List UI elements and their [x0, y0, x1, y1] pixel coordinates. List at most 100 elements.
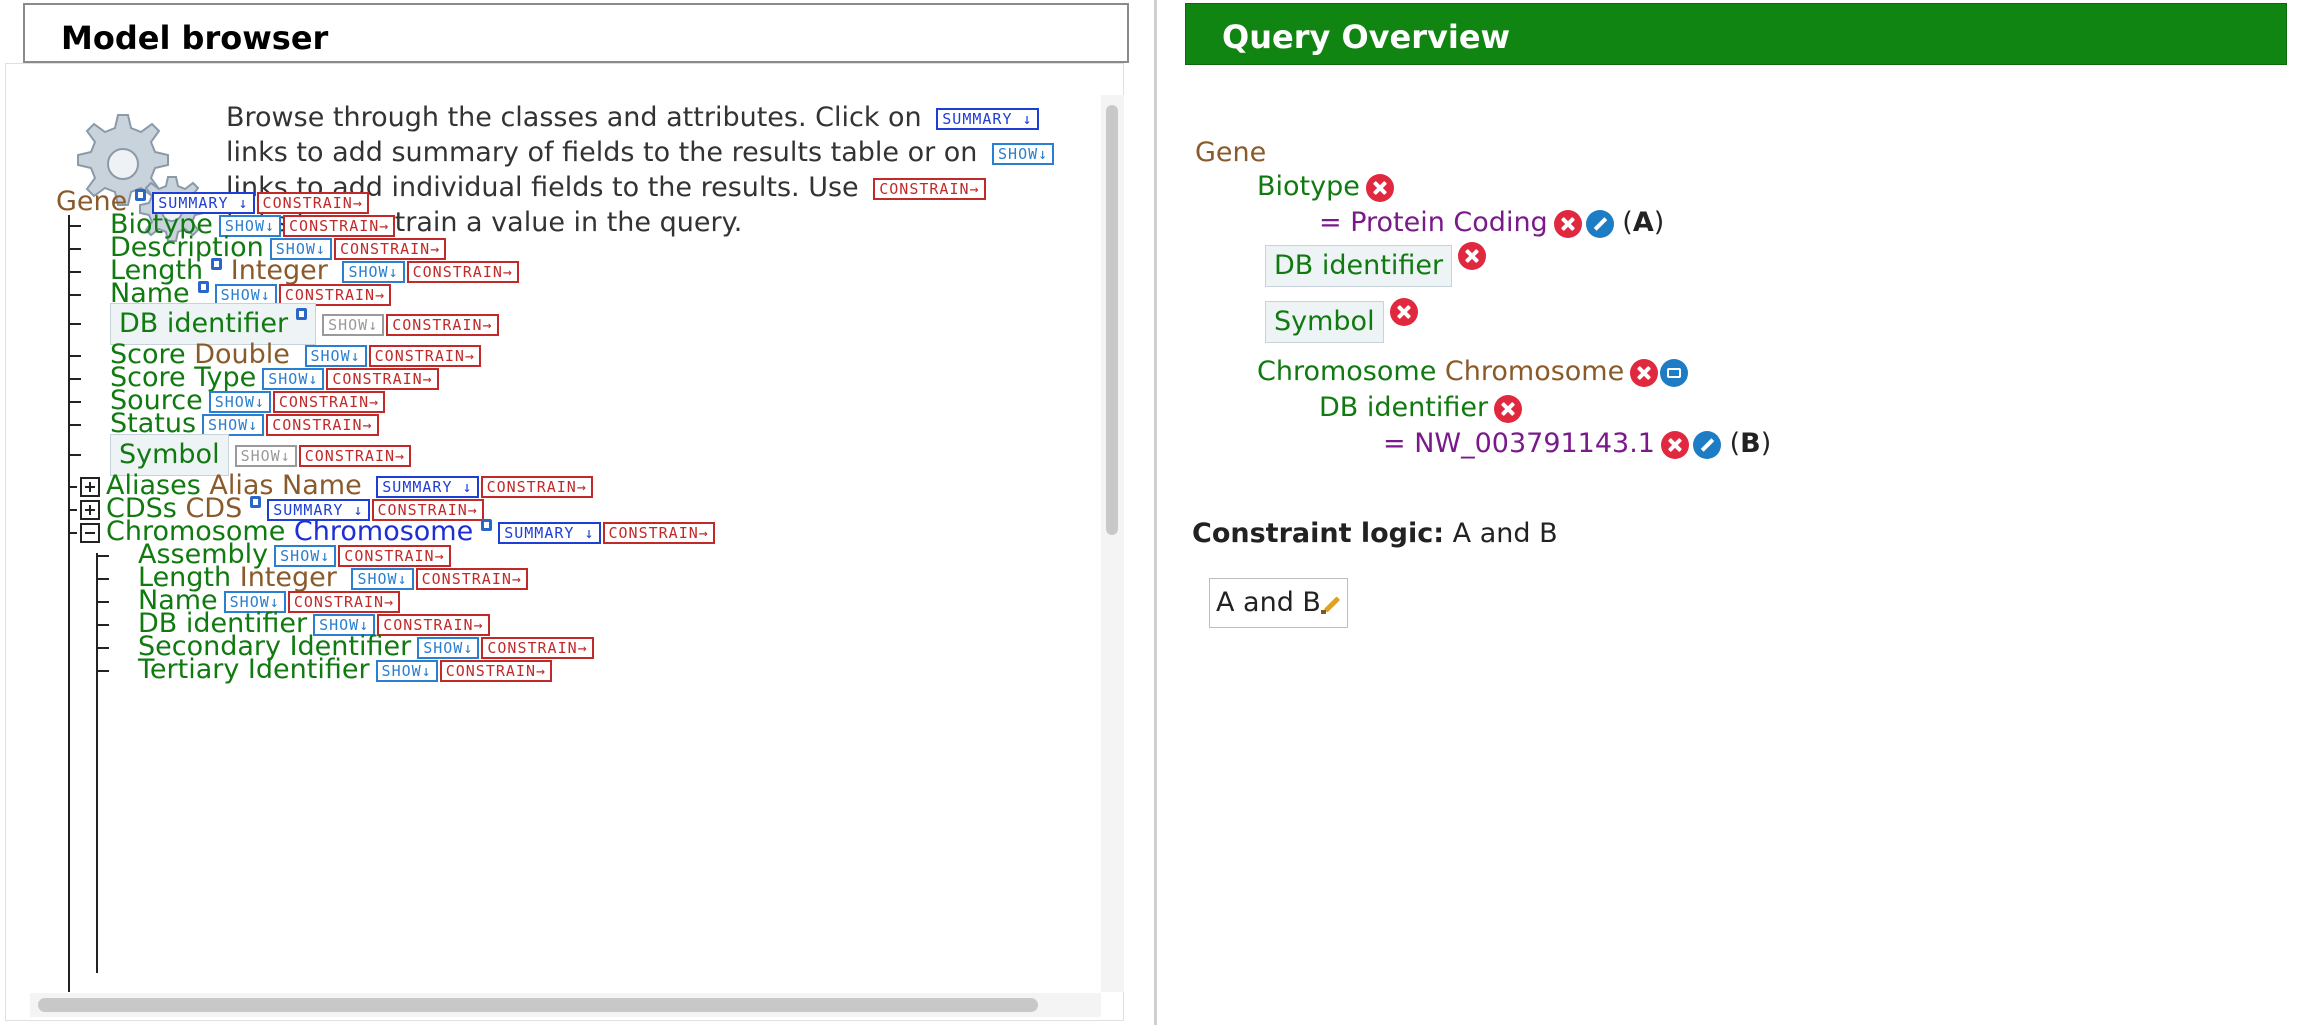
show-button-disabled: SHOW↓: [234, 444, 297, 467]
constraint-logic: Constraint logic: A and B: [1192, 518, 1558, 549]
tree-connector: [69, 225, 81, 227]
info-icon[interactable]: [250, 496, 262, 508]
remove-icon[interactable]: [1630, 358, 1659, 387]
remove-icon[interactable]: [1458, 241, 1487, 270]
code-open: (: [1729, 428, 1741, 459]
tree-connector: [69, 355, 81, 357]
code-letter: A: [1632, 207, 1654, 238]
tree-connector: [69, 509, 77, 511]
query-overview-header: Query Overview: [1185, 3, 2287, 65]
tree-item-tertiary-identifier: Tertiary Identifier SHOW↓ CONSTRAIN→: [138, 653, 553, 687]
constraint-logic-box-text: A and B: [1216, 587, 1321, 618]
chromosome-branch-line: [96, 553, 98, 973]
remove-icon[interactable]: [1389, 297, 1418, 326]
constrain-button[interactable]: CONSTRAIN→: [439, 659, 553, 682]
query-chrom-db-identifier: DB identifier: [1319, 391, 1523, 425]
tree-connector: [97, 578, 109, 580]
query-biotype: Biotype: [1257, 170, 1394, 204]
constrain-button[interactable]: CONSTRAIN→: [386, 313, 499, 336]
tree-connector: [69, 294, 81, 296]
info-icon[interactable]: [211, 258, 223, 270]
join-icon[interactable]: [1660, 358, 1689, 387]
intro-line-1: Browse through the classes and attribute…: [226, 102, 922, 133]
remove-constraint-icon[interactable]: [1553, 209, 1582, 238]
query-chromosome: Chromosome Chromosome: [1257, 355, 1689, 389]
tree-trunk-line: [68, 215, 70, 992]
scroll-thumb[interactable]: [1106, 105, 1118, 535]
show-tag-sample: SHOW↓: [992, 142, 1055, 165]
constrain-tag-sample: CONSTRAIN→: [873, 177, 986, 200]
field-label: Tertiary Identifier: [138, 654, 370, 685]
field-label: DB identifier: [119, 308, 289, 339]
tree-connector: [97, 601, 109, 603]
query-biotype-constraint: = Protein Coding (A): [1319, 206, 1664, 240]
edit-constraint-icon[interactable]: [1585, 209, 1614, 238]
model-browser-title: Model browser: [61, 19, 329, 57]
tree-connector: [97, 555, 109, 557]
remove-constraint-icon[interactable]: [1660, 430, 1689, 459]
constrain-button[interactable]: CONSTRAIN→: [602, 521, 715, 544]
tree-connector: [69, 532, 77, 534]
summary-button[interactable]: SUMMARY ↓: [498, 521, 601, 544]
constraint-value: = NW_003791143.1: [1383, 428, 1655, 459]
show-button[interactable]: SHOW↓: [375, 659, 438, 682]
query-chrom-db-constraint: = NW_003791143.1 (B): [1383, 427, 1771, 461]
constraint-logic-value: A and B: [1452, 518, 1558, 549]
tree-connector: [69, 454, 81, 456]
constraint-logic-label: Constraint logic:: [1192, 518, 1445, 549]
collapse-icon[interactable]: [80, 522, 100, 543]
tree-connector: [69, 424, 81, 426]
show-button[interactable]: SHOW↓: [202, 413, 265, 436]
scroll-thumb[interactable]: [38, 998, 1038, 1012]
query-field-label: Chromosome: [1257, 356, 1437, 387]
edit-constraint-icon[interactable]: [1692, 430, 1721, 459]
model-browser-header: Model browser: [23, 3, 1129, 63]
tree-connector: [69, 271, 81, 273]
tree-connector: [69, 378, 81, 380]
constrain-button[interactable]: CONSTRAIN→: [480, 475, 593, 498]
tree-connector: [69, 401, 81, 403]
tree-connector: [69, 323, 81, 325]
query-field-box[interactable]: Symbol: [1265, 301, 1384, 343]
query-symbol: Symbol: [1265, 297, 1418, 343]
constrain-button[interactable]: CONSTRAIN→: [266, 413, 379, 436]
query-field-type: Chromosome: [1444, 356, 1625, 387]
info-icon[interactable]: [197, 281, 209, 293]
constrain-button[interactable]: CONSTRAIN→: [415, 567, 528, 590]
info-icon[interactable]: [296, 308, 308, 320]
query-field-label: DB identifier: [1274, 250, 1444, 281]
constraint-logic-editor[interactable]: A and B: [1209, 578, 1348, 628]
code-close: ): [1760, 428, 1772, 459]
query-root-gene: Gene: [1195, 136, 1266, 170]
query-field-box[interactable]: DB identifier: [1265, 245, 1453, 287]
query-field-label: Biotype: [1257, 171, 1360, 202]
query-overview-panel: Query Overview Gene Biotype = Protein Co…: [1157, 0, 2309, 1025]
pencil-icon[interactable]: [1320, 594, 1341, 614]
constrain-button[interactable]: CONSTRAIN→: [406, 260, 519, 283]
model-browser-panel: Model browser Browse through the classes…: [0, 0, 1153, 1025]
horizontal-scrollbar[interactable]: [30, 993, 1101, 1017]
tree-connector: [69, 248, 81, 250]
tree-connector: [97, 647, 109, 649]
constraint-value: = Protein Coding: [1319, 207, 1548, 238]
remove-icon[interactable]: [1494, 394, 1523, 423]
tree-connector: [69, 486, 77, 488]
code-letter: B: [1740, 428, 1761, 459]
summary-tag-sample: SUMMARY ↓: [936, 107, 1039, 130]
show-button-disabled: SHOW↓: [322, 313, 385, 336]
field-label: Symbol: [119, 439, 220, 470]
info-icon[interactable]: [481, 519, 493, 531]
query-root-label: Gene: [1195, 137, 1267, 168]
query-field-label: Symbol: [1274, 306, 1375, 337]
code-open: (: [1622, 207, 1633, 238]
model-tree-viewport: Browse through the classes and attribute…: [30, 95, 1100, 992]
info-icon[interactable]: [135, 189, 147, 201]
tree-connector: [97, 670, 109, 672]
remove-icon[interactable]: [1365, 173, 1394, 202]
constraint-code: (B): [1730, 428, 1772, 459]
vertical-scrollbar[interactable]: [1101, 95, 1124, 992]
query-db-identifier: DB identifier: [1265, 241, 1487, 287]
tree-connector: [97, 624, 109, 626]
constrain-button[interactable]: CONSTRAIN→: [298, 444, 412, 467]
code-close: ): [1653, 207, 1665, 238]
